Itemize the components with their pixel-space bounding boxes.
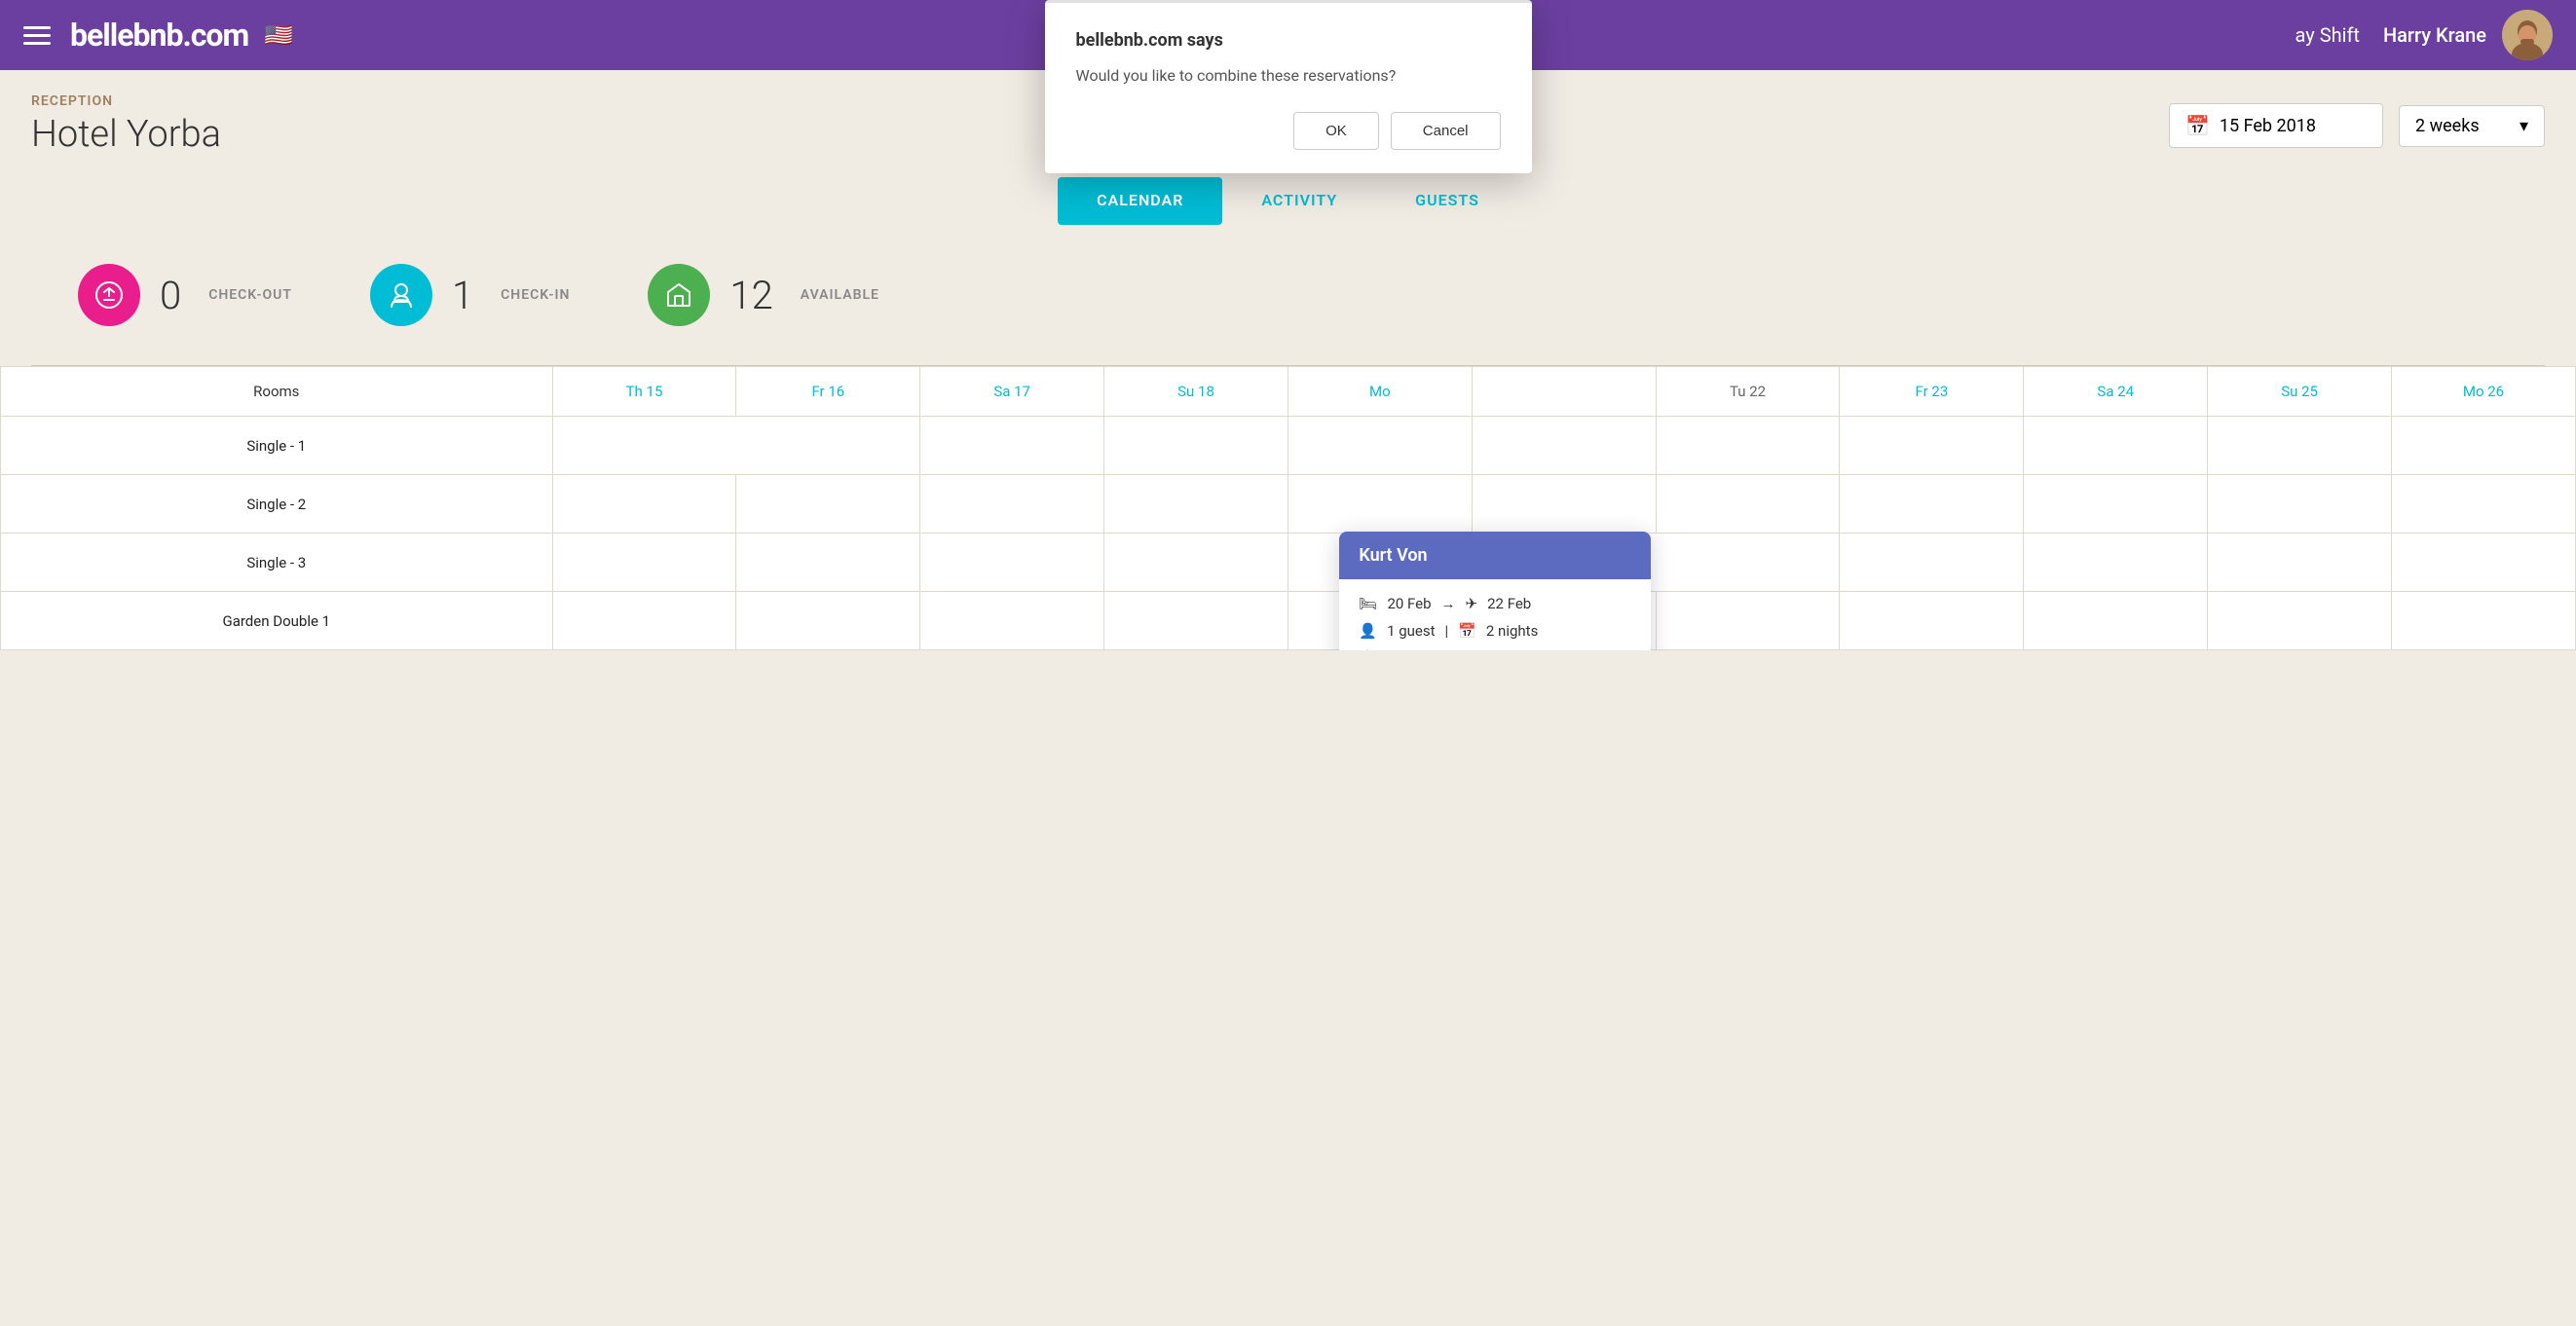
dialog-box: bellebnb.com says Would you like to comb… [1045, 0, 1532, 173]
dialog-message: Would you like to combine these reservat… [1076, 66, 1501, 85]
cancel-button[interactable]: Cancel [1391, 112, 1501, 150]
dialog-buttons: OK Cancel [1076, 112, 1501, 150]
dialog-title: bellebnb.com says [1076, 30, 1501, 51]
ok-button[interactable]: OK [1293, 112, 1379, 150]
dialog-overlay: bellebnb.com says Would you like to comb… [0, 0, 2576, 1326]
